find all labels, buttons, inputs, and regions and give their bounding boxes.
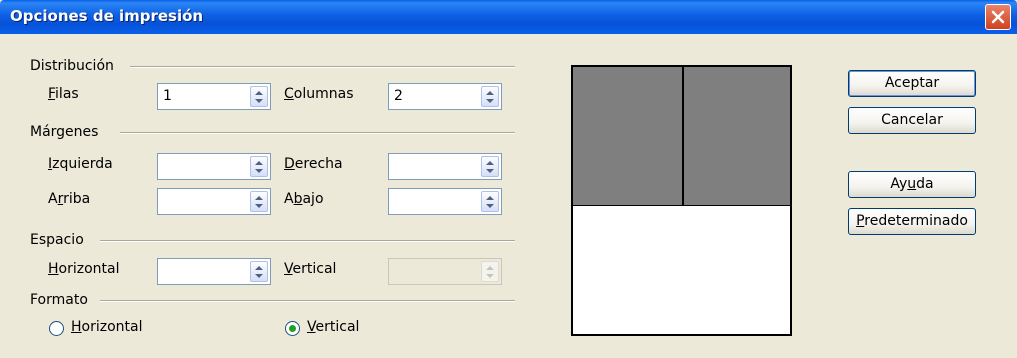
formato-vertical-label[interactable]: Vertical xyxy=(307,319,359,335)
espacio-vertical-spin-field[interactable] xyxy=(388,258,502,285)
filas-label-text: ilas xyxy=(55,86,79,102)
distribucion-group-label: Distribución xyxy=(30,58,114,74)
formato-vertical-radio[interactable] xyxy=(285,321,300,336)
espacio-horizontal-spin-field[interactable] xyxy=(157,258,271,285)
formato-separator xyxy=(100,300,515,302)
espacio-horizontal-spin-button[interactable] xyxy=(250,261,268,282)
margenes-group-label: Márgenes xyxy=(30,124,99,140)
formato-group-label: Formato xyxy=(30,292,88,308)
arriba-spin-button[interactable] xyxy=(250,191,268,212)
print-options-dialog: Opciones de impresión Distribución Filas… xyxy=(0,0,1017,358)
espacio-vertical-spin-button[interactable] xyxy=(481,261,499,282)
cancelar-button[interactable]: Cancelar xyxy=(848,107,976,134)
filas-spin-button[interactable] xyxy=(250,86,268,107)
izquierda-spin-button[interactable] xyxy=(250,156,268,177)
formato-horizontal-label[interactable]: Horizontal xyxy=(71,319,143,335)
espacio-horizontal-label: Horizontal xyxy=(48,261,120,277)
spin-arrows-icon xyxy=(486,266,494,278)
izquierda-spin-field[interactable] xyxy=(157,153,271,180)
preview-page-2 xyxy=(683,67,790,205)
dialog-title: Opciones de impresión xyxy=(10,7,204,25)
predeterminado-button[interactable]: Predeterminado xyxy=(848,208,976,235)
margenes-separator xyxy=(120,132,515,134)
spin-arrows-icon xyxy=(486,91,494,103)
spin-arrows-icon xyxy=(255,91,263,103)
derecha-spin-button[interactable] xyxy=(481,156,499,177)
columnas-value: 2 xyxy=(394,88,403,104)
spin-arrows-icon xyxy=(255,161,263,173)
close-icon xyxy=(991,10,1005,24)
preview-divider xyxy=(573,205,790,206)
abajo-spin-button[interactable] xyxy=(481,191,499,212)
close-button[interactable] xyxy=(985,4,1011,30)
filas-value: 1 xyxy=(163,88,172,104)
preview-page-1 xyxy=(573,67,683,205)
columnas-label: Columnas xyxy=(284,86,354,102)
abajo-label: Abajo xyxy=(284,191,324,207)
columnas-spin-field[interactable]: 2 xyxy=(388,83,502,110)
spin-arrows-icon xyxy=(486,196,494,208)
title-bar: Opciones de impresión xyxy=(0,0,1017,34)
arriba-label: Arriba xyxy=(48,191,91,207)
derecha-spin-field[interactable] xyxy=(388,153,502,180)
izquierda-label: Izquierda xyxy=(48,156,113,172)
radio-selected-dot xyxy=(289,325,296,332)
arriba-spin-field[interactable] xyxy=(157,188,271,215)
aceptar-button[interactable]: Aceptar xyxy=(848,70,976,97)
spin-arrows-icon xyxy=(255,196,263,208)
espacio-vertical-label: Vertical xyxy=(284,261,337,277)
spin-arrows-icon xyxy=(486,161,494,173)
filas-label: Filas xyxy=(48,86,79,102)
abajo-spin-field[interactable] xyxy=(388,188,502,215)
espacio-group-label: Espacio xyxy=(30,232,84,248)
espacio-separator xyxy=(100,240,515,242)
derecha-label: Derecha xyxy=(284,156,343,172)
spin-arrows-icon xyxy=(255,266,263,278)
ayuda-button[interactable]: Ayuda xyxy=(848,171,976,198)
columnas-spin-button[interactable] xyxy=(481,86,499,107)
distribucion-separator xyxy=(130,66,515,68)
filas-spin-field[interactable]: 1 xyxy=(157,83,271,110)
layout-preview xyxy=(571,65,792,336)
formato-horizontal-radio[interactable] xyxy=(49,321,64,336)
